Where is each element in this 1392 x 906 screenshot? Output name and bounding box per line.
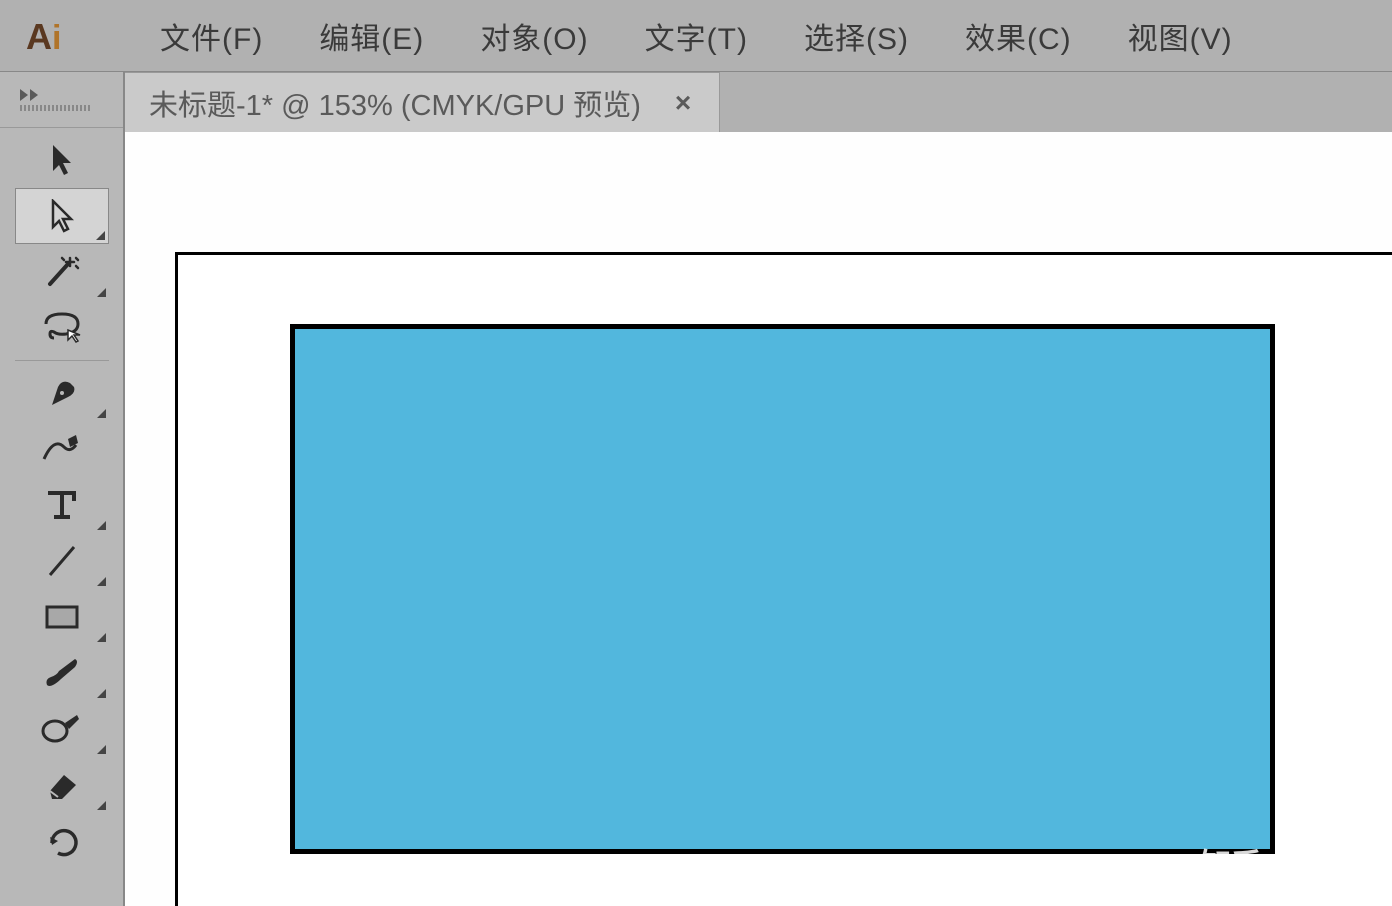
magic-wand-tool[interactable] [15, 244, 109, 300]
rectangle-tool[interactable] [15, 589, 109, 645]
curvature-tool[interactable] [15, 421, 109, 477]
toolbar-drag-handle[interactable] [20, 105, 90, 111]
svg-text:i: i [52, 19, 61, 57]
pen-tool[interactable] [15, 365, 109, 421]
toolbar-expand-button[interactable] [20, 89, 38, 101]
direct-selection-tool[interactable] [15, 188, 109, 244]
menu-effect[interactable]: 效果(C) [937, 14, 1100, 58]
menu-select[interactable]: 选择(S) [776, 14, 937, 58]
ai-logo-icon: A i [24, 13, 70, 59]
rectangle-tool-icon [43, 601, 81, 633]
shaper-tool[interactable] [15, 701, 109, 757]
close-tab-button[interactable]: × [671, 83, 695, 123]
paintbrush-tool-icon [41, 655, 83, 691]
menu-edit[interactable]: 编辑(E) [291, 14, 452, 58]
svg-text:A: A [26, 16, 52, 57]
menu-file[interactable]: 文件(F) [132, 14, 291, 58]
app-logo: A i [12, 6, 82, 66]
eraser-tool[interactable] [15, 757, 109, 813]
menu-object[interactable]: 对象(O) [452, 14, 616, 58]
line-segment-tool[interactable] [15, 533, 109, 589]
watermark: 知乎 @亲和 [1200, 840, 1372, 886]
rectangle-shape[interactable] [290, 324, 1275, 854]
pen-tool-icon [44, 373, 80, 413]
magic-wand-tool-icon [42, 254, 82, 290]
paintbrush-tool[interactable] [15, 645, 109, 701]
menu-type[interactable]: 文字(T) [617, 14, 776, 58]
selection-tool[interactable] [15, 132, 109, 188]
menu-bar: A i 文件(F) 编辑(E) 对象(O) 文字(T) 选择(S) 效果(C) … [0, 0, 1392, 72]
canvas[interactable] [125, 132, 1392, 906]
watermark-text: @亲和 [1276, 841, 1372, 885]
lasso-tool-icon [40, 310, 84, 346]
document-tab-bar: 未标题-1* @ 153% (CMYK/GPU 预览) × [125, 72, 1392, 132]
watermark-logo: 知乎 [1200, 840, 1262, 886]
document-tab[interactable]: 未标题-1* @ 153% (CMYK/GPU 预览) × [125, 72, 720, 132]
line-segment-tool-icon [44, 541, 80, 581]
shaper-tool-icon [41, 711, 83, 747]
toolbar [0, 72, 125, 906]
rotate-tool[interactable] [15, 813, 109, 869]
menu-view[interactable]: 视图(V) [1100, 14, 1261, 58]
type-tool[interactable] [15, 477, 109, 533]
document-tab-title: 未标题-1* @ 153% (CMYK/GPU 预览) [149, 82, 641, 124]
direct-selection-tool-icon [47, 199, 77, 233]
eraser-tool-icon [42, 767, 82, 803]
selection-tool-icon [47, 143, 77, 177]
toolbar-header [0, 72, 123, 128]
rotate-tool-icon [42, 823, 82, 859]
curvature-tool-icon [40, 431, 84, 467]
lasso-tool[interactable] [15, 300, 109, 356]
type-tool-icon [44, 487, 80, 523]
